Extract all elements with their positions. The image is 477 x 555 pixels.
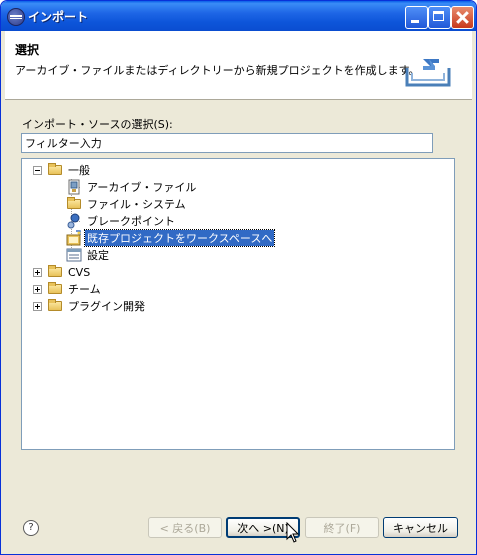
tree-item-breakpoints[interactable]: ブレークポイント <box>66 213 177 229</box>
folder-icon <box>47 264 63 280</box>
project-import-icon <box>66 230 82 246</box>
title-bar[interactable]: インポート <box>1 1 476 31</box>
tree-item-existing-projects[interactable]: 既存プロジェクトをワークスペースへ <box>66 229 276 247</box>
tree-item-plugin-development[interactable]: プラグイン開発 <box>47 298 147 314</box>
folder-open-icon <box>47 162 63 178</box>
tree-item-label: CVS <box>68 265 91 279</box>
cancel-button[interactable]: キャンセル <box>383 517 458 538</box>
tree-item-file-system[interactable]: ファイル・システム <box>66 196 188 212</box>
help-icon[interactable]: ? <box>23 520 39 536</box>
minimize-button[interactable] <box>405 6 428 29</box>
expand-toggle[interactable] <box>33 268 42 277</box>
import-wizard-icon <box>405 59 451 87</box>
tree-item-label: アーカイブ・ファイル <box>87 181 197 194</box>
collapse-toggle[interactable] <box>33 166 42 175</box>
back-button[interactable]: < 戻る(B) <box>148 517 222 538</box>
import-dialog: インポート 選択 アーカイブ・ファイルまたはディレクトリーから新規プロジェクトを… <box>0 0 477 555</box>
wizard-banner: 選択 アーカイブ・ファイルまたはディレクトリーから新規プロジェクトを作成します。 <box>5 31 472 100</box>
expand-toggle[interactable] <box>33 285 42 294</box>
tree-item-cvs[interactable]: CVS <box>47 264 92 280</box>
maximize-button[interactable] <box>428 6 451 29</box>
tree-item-team[interactable]: チーム <box>47 281 103 297</box>
tree-item-label: 既存プロジェクトをワークスペースへ <box>83 229 276 247</box>
import-source-tree[interactable]: 一般 アーカイブ・ファイル ファイル・システム ブレークポイント 既存プロジェク… <box>21 158 455 450</box>
page-description: アーカイブ・ファイルまたはディレクトリーから新規プロジェクトを作成します。 <box>15 64 420 77</box>
tree-item-label: プラグイン開発 <box>68 300 145 313</box>
tree-item-label: チーム <box>68 283 101 296</box>
close-button[interactable] <box>451 6 474 29</box>
folder-icon <box>47 281 63 297</box>
window-title: インポート <box>28 10 89 24</box>
archive-file-icon <box>66 179 82 195</box>
tree-item-label: ファイル・システム <box>87 198 186 211</box>
page-title: 選択 <box>15 43 40 57</box>
tree-item-label: ブレークポイント <box>87 215 175 228</box>
preferences-icon <box>66 247 82 263</box>
expand-toggle[interactable] <box>33 302 42 311</box>
tree-item-archive-file[interactable]: アーカイブ・ファイル <box>66 179 198 195</box>
folder-icon <box>47 298 63 314</box>
tree-item-preferences[interactable]: 設定 <box>66 247 111 263</box>
tree-item-general[interactable]: 一般 <box>47 162 92 178</box>
source-label: インポート・ソースの選択(S): <box>22 118 173 131</box>
filter-input[interactable] <box>21 133 433 153</box>
mouse-pointer-icon <box>286 522 300 543</box>
folder-icon <box>66 196 82 212</box>
finish-button[interactable]: 終了(F) <box>305 517 379 538</box>
tree-item-label: 設定 <box>87 249 109 262</box>
eclipse-icon <box>7 8 25 26</box>
breakpoint-icon <box>66 213 82 229</box>
tree-item-label: 一般 <box>68 164 90 177</box>
